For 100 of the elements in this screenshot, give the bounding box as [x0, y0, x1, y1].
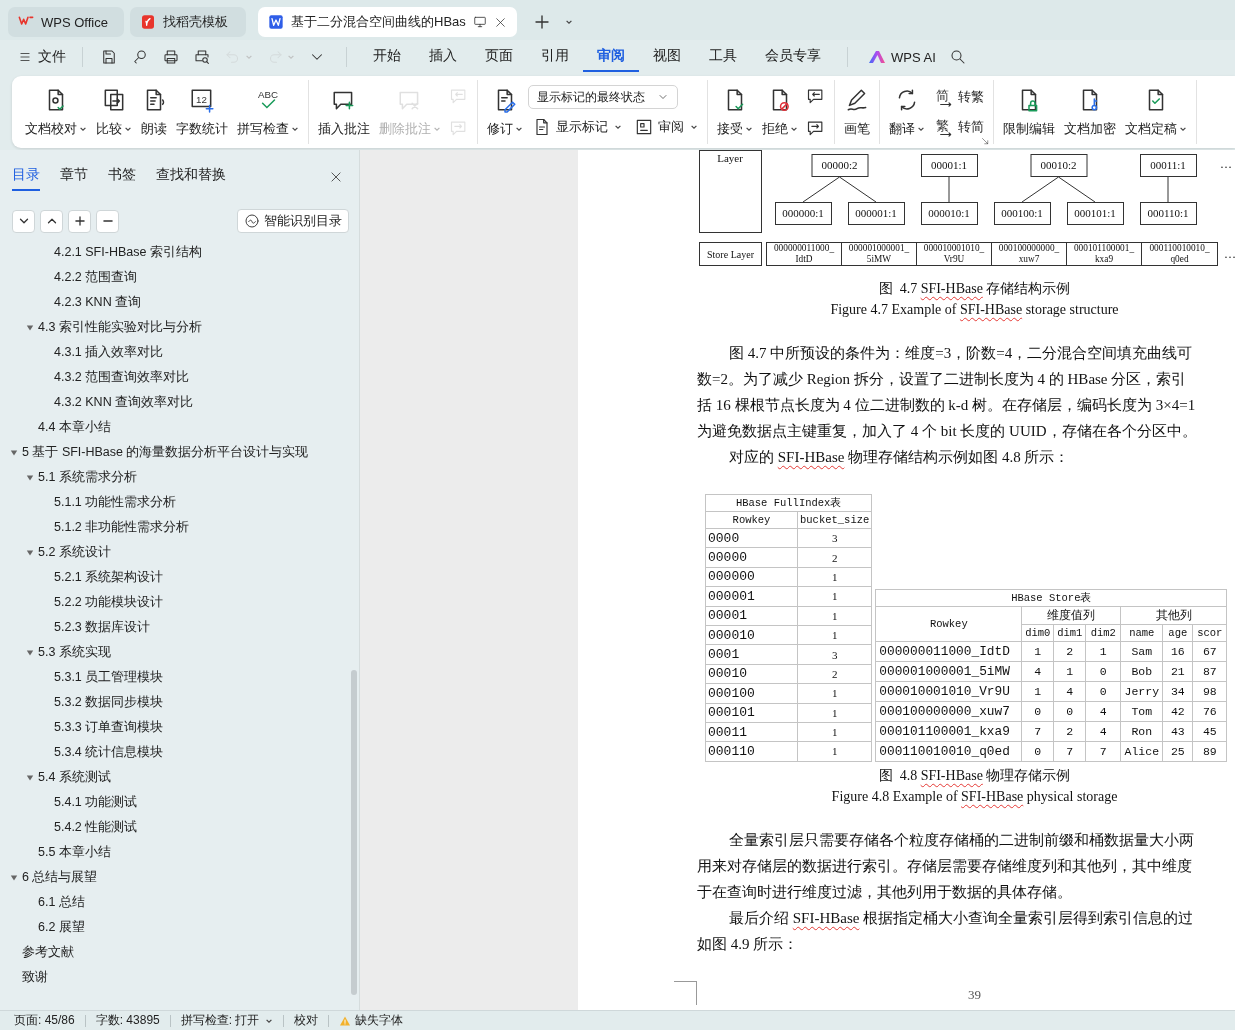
toc-item[interactable]: 5.4.1 功能测试 [0, 790, 351, 815]
store-cell: 000010001010_ Vr9U [917, 243, 992, 265]
panel-tab[interactable]: 章节 [60, 163, 88, 191]
tab[interactable]: 基于二分混合空间曲线的HBas [258, 7, 517, 37]
table-cell: 1 [797, 722, 872, 742]
ribbon-button[interactable]: 插入批注 [314, 82, 374, 142]
close-icon [329, 170, 343, 184]
tab[interactable]: 找稻壳模板 [130, 7, 246, 37]
table-cell: 000100 [705, 683, 798, 703]
toc-item[interactable]: 4.2.1 SFI-HBase 索引结构 [0, 240, 351, 265]
toc-item[interactable]: 4.3 索引性能实验对比与分析 [0, 315, 351, 340]
store-cell: 000001000001_ 5iMW [842, 243, 917, 265]
toc-item[interactable]: 5.2 系统设计 [0, 540, 351, 565]
toc-item[interactable]: 5.4 系统测试 [0, 765, 351, 790]
ribbon-button[interactable]: 文档校对 [21, 82, 91, 142]
ribbon-button[interactable]: 审阅 [630, 115, 702, 139]
toc-item[interactable]: 5.2.2 功能模块设计 [0, 590, 351, 615]
tree-node: 000100:1 [994, 202, 1051, 225]
toc-item[interactable]: 4.3.2 KNN 查询效率对比 [0, 390, 351, 415]
status-item[interactable]: 拼写检查: 打开 [180, 1012, 274, 1029]
menu-tab[interactable]: 视图 [639, 42, 695, 72]
panel-tab[interactable]: 查找和替换 [156, 163, 226, 191]
toc-item[interactable]: 5.3.2 数据同步模块 [0, 690, 351, 715]
toc-item[interactable]: 6.1 总结 [0, 890, 351, 915]
table-cell: 0 [1085, 681, 1121, 702]
toc-item[interactable]: 5.3.4 统计信息模块 [0, 740, 351, 765]
ribbon-button[interactable]: 翻译 [885, 82, 929, 142]
toc-item[interactable]: 5.3 系统实现 [0, 640, 351, 665]
ribbon-button[interactable]: 画笔 [840, 82, 874, 142]
menu-tab[interactable]: 页面 [471, 42, 527, 72]
ribbon-button[interactable]: 文档定稿 [1121, 82, 1191, 142]
toc-item[interactable]: 5.5 本章小结 [0, 840, 351, 865]
toc-item[interactable]: 5.4.2 性能测试 [0, 815, 351, 840]
toc-item[interactable]: 4.3.2 范围查询效率对比 [0, 365, 351, 390]
toc-item[interactable]: 5.2.1 系统架构设计 [0, 565, 351, 590]
toc-item[interactable]: 5.3.1 员工管理模块 [0, 665, 351, 690]
ribbon-button[interactable]: 接受 [713, 82, 757, 142]
menu-tab[interactable]: 引用 [527, 42, 583, 72]
column-header: bucket_size [797, 511, 872, 529]
ribbon-button[interactable]: 修订 [483, 82, 527, 142]
table-cell: 000100000000_xuw7 [875, 701, 1022, 722]
toc-item[interactable]: 4.3.1 插入效率对比 [0, 340, 351, 365]
ribbon-button[interactable]: 简 转繁 [930, 85, 988, 109]
table-cell: Sam [1120, 641, 1163, 662]
table-cell: 1 [797, 683, 872, 703]
plus-button[interactable] [68, 209, 91, 233]
toc-item[interactable]: 参考文献 [0, 940, 351, 965]
document-logo-icon [268, 14, 284, 30]
menu-tab[interactable]: 审阅 [583, 42, 639, 72]
tree-node: 00011:1 [1140, 154, 1197, 177]
connector-line [1167, 176, 1169, 203]
toc-item[interactable]: 6 总结与展望 [0, 865, 351, 890]
minus-button[interactable] [96, 209, 119, 233]
panel-tab[interactable]: 目录 [12, 163, 40, 191]
toc-item[interactable]: 5.1.1 功能性需求分析 [0, 490, 351, 515]
menu-tab[interactable]: 插入 [415, 42, 471, 72]
tree-node: 00001:1 [921, 154, 978, 177]
file-menu-button[interactable]: 文件 [14, 44, 70, 70]
chevron-down-button[interactable] [12, 209, 35, 233]
menu-tab[interactable]: 开始 [359, 42, 415, 72]
status-item: 字数: 43895 [95, 1012, 160, 1029]
ribbon-button[interactable]: 限制编辑 [999, 82, 1059, 142]
toc-item[interactable]: 4.2.2 范围查询 [0, 265, 351, 290]
toc-item[interactable]: 5.2.3 数据库设计 [0, 615, 351, 640]
table-cell: 3 [797, 528, 872, 548]
column-header: dim2 [1085, 624, 1121, 642]
table-cell: 7 [1021, 721, 1054, 742]
ribbon-button[interactable]: 拒绝 [758, 82, 802, 142]
ribbon-button[interactable]: 繁 转简 [930, 115, 988, 139]
ribbon-button[interactable]: ABC 拼写检查 [233, 82, 303, 142]
table-cell: 21 [1162, 661, 1193, 682]
ai-button[interactable]: WPS AI [860, 49, 944, 65]
ribbon-button[interactable]: 显示标记 [528, 115, 626, 139]
toc-item[interactable]: 4.4 本章小结 [0, 415, 351, 440]
toc-item[interactable]: 5 基于 SFI-HBase 的海量数据分析平台设计与实现 [0, 440, 351, 465]
toc-item[interactable]: 5.1.2 非功能性需求分析 [0, 515, 351, 540]
menu-tab[interactable]: 会员专享 [751, 42, 835, 72]
toc-item[interactable]: 5.3.3 订单查询模块 [0, 715, 351, 740]
close-icon [493, 15, 507, 29]
tree-node: 000001:1 [848, 202, 905, 225]
smart-toc-button[interactable]: 智能识别目录 [237, 209, 349, 233]
menu-tab[interactable]: 工具 [695, 42, 751, 72]
chevron-up-button[interactable] [40, 209, 63, 233]
toc-item[interactable]: 致谢 [0, 965, 351, 990]
dropdown-field[interactable]: 显示标记的最终状态 [528, 85, 678, 109]
column-header: dim0 [1021, 624, 1054, 642]
ribbon-button[interactable]: 朗读 [137, 82, 171, 142]
toc-item[interactable]: 4.2.3 KNN 查询 [0, 290, 351, 315]
panel-tab[interactable]: 书签 [108, 163, 136, 191]
toc-item[interactable]: 5.1 系统需求分析 [0, 465, 351, 490]
smart-icon [244, 213, 260, 229]
table-cell: 000010 [705, 625, 798, 645]
ribbon-button[interactable]: 文档加密 [1060, 82, 1120, 142]
tab[interactable]: WPS Office [8, 7, 124, 37]
scrollbar-thumb[interactable] [351, 670, 357, 995]
plus-icon [532, 13, 551, 31]
ribbon-button[interactable]: 比较 [92, 82, 136, 142]
toc-item[interactable]: 6.2 展望 [0, 915, 351, 940]
ribbon-button[interactable]: 12 字数统计 [172, 82, 232, 142]
text-line: 括 16 棵根节点长度为 4 位二进制数的 k-d 树。在存储层，编码长度为 3×4=1 [697, 396, 1197, 415]
